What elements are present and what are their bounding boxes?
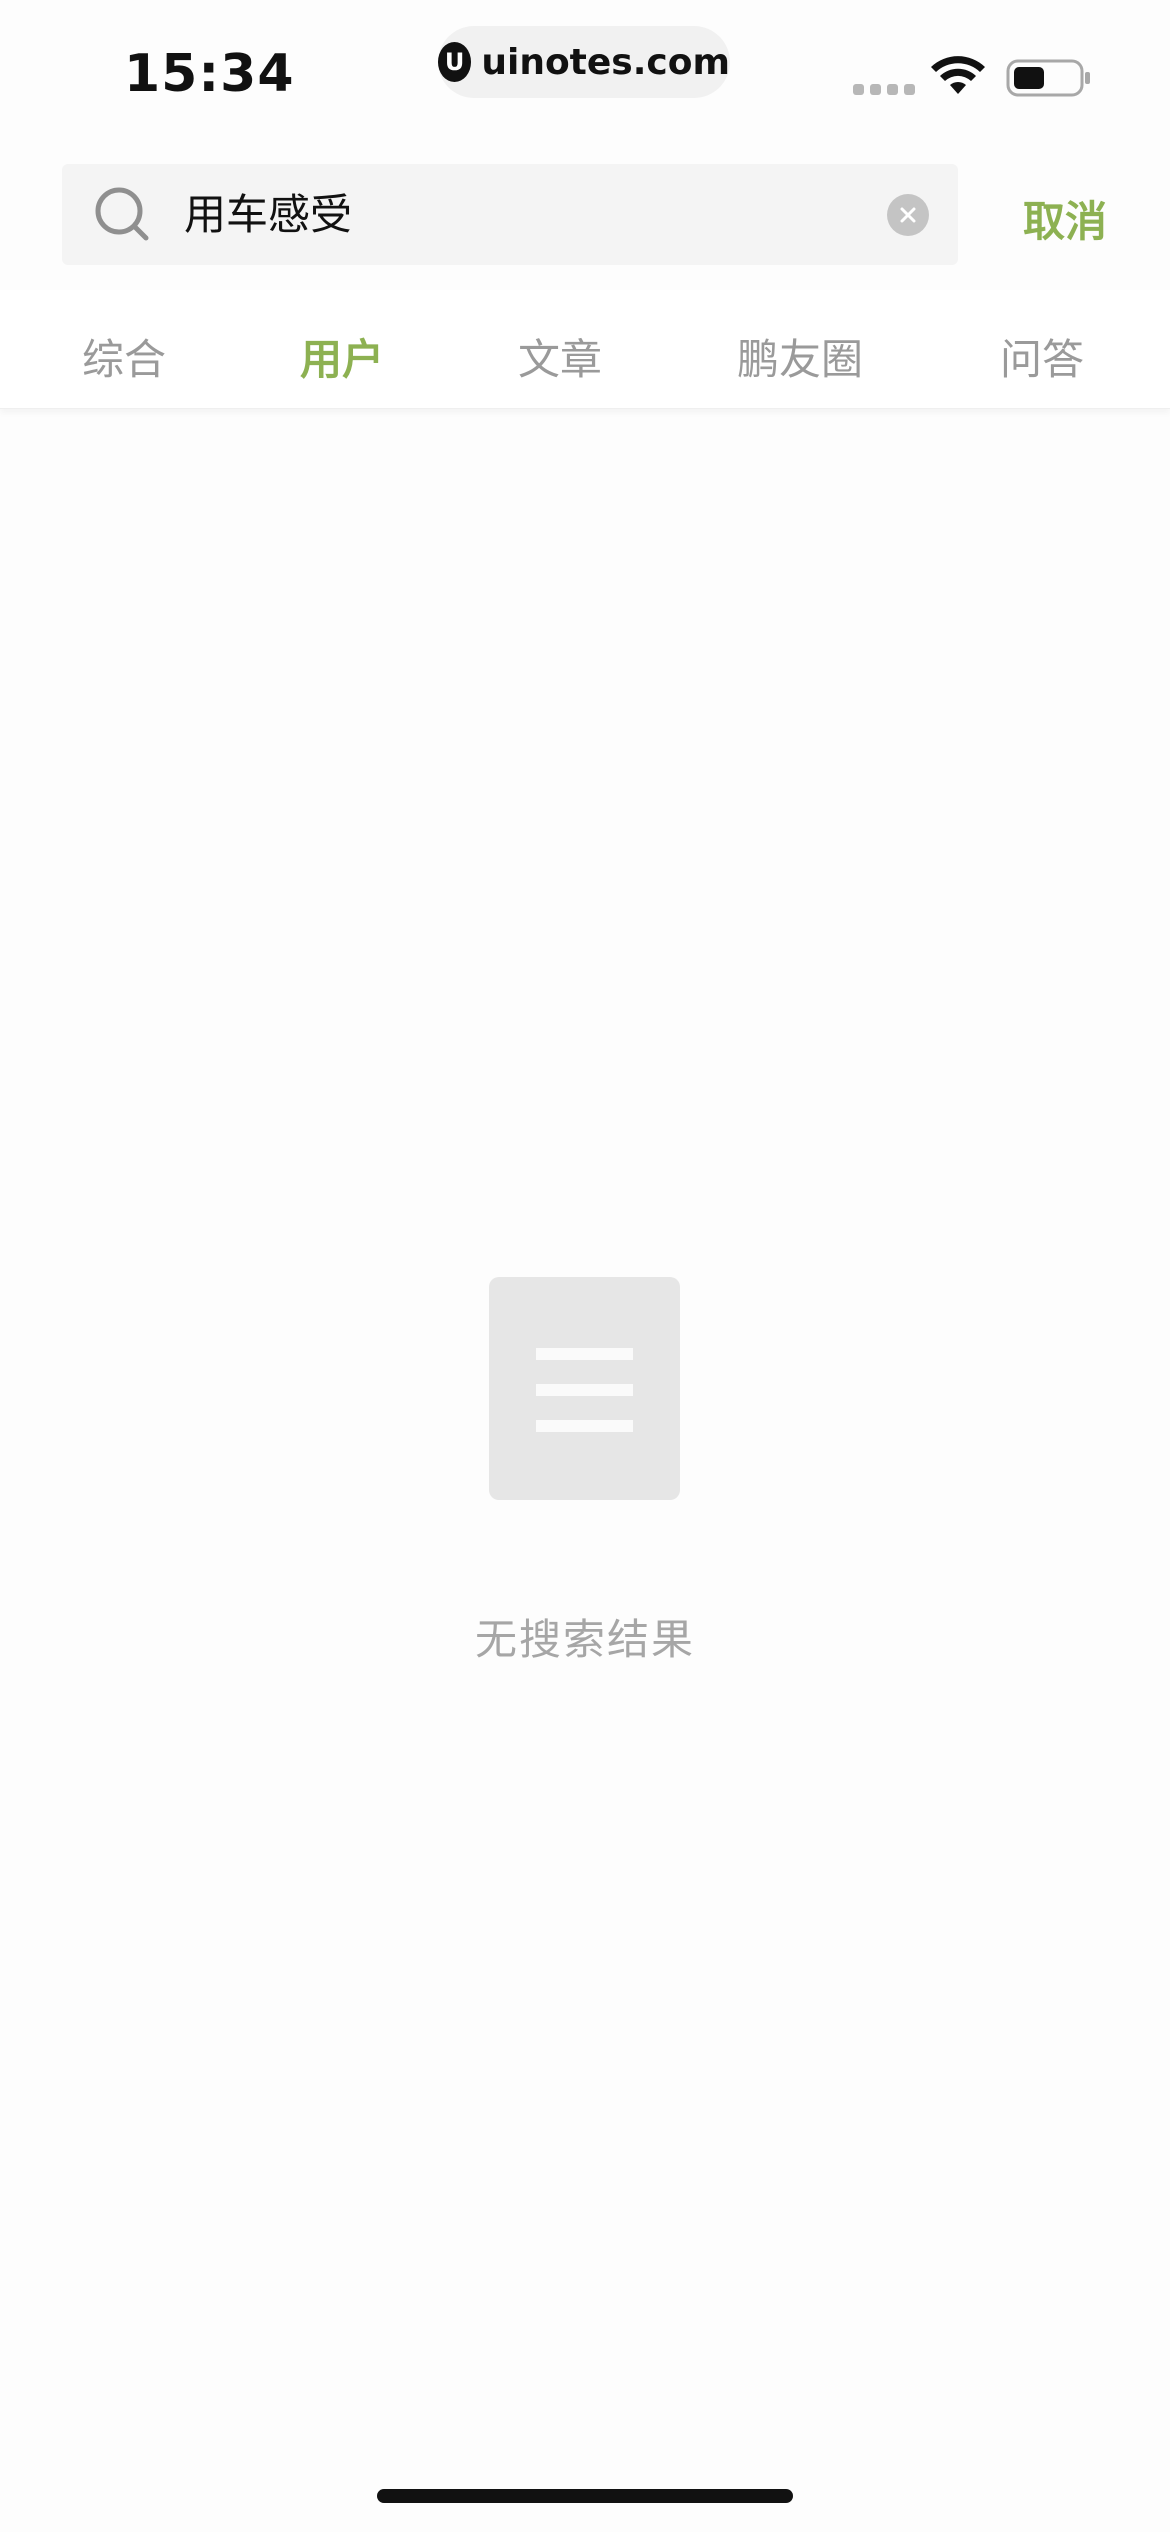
cancel-button[interactable]: 取消 — [1000, 188, 1130, 249]
cellular-signal-icon — [853, 84, 915, 95]
tab-users[interactable]: 用户 — [300, 326, 384, 387]
url-text: uinotes.com — [481, 41, 730, 83]
wifi-icon — [931, 56, 985, 94]
url-pill[interactable]: U uinotes.com — [438, 26, 730, 98]
search-bar: 用车感受 — [62, 164, 958, 265]
tab-articles[interactable]: 文章 — [518, 326, 602, 387]
battery-icon — [1006, 59, 1090, 97]
status-time: 15:34 — [124, 44, 295, 104]
empty-state-message: 无搜索结果 — [474, 1615, 695, 1664]
screen: 15:34 U uinotes.com 用车感受 取消 综合 用户 文章 鹏友圈… — [0, 0, 1170, 2532]
document-icon — [489, 1277, 680, 1500]
tab-overall[interactable]: 综合 — [82, 326, 166, 387]
close-icon — [900, 207, 916, 223]
search-input[interactable]: 用车感受 — [184, 164, 834, 265]
site-logo-icon: U — [438, 42, 472, 82]
tab-friends-circle[interactable]: 鹏友圈 — [737, 326, 863, 387]
tab-qa[interactable]: 问答 — [1000, 326, 1084, 387]
home-indicator[interactable] — [377, 2489, 793, 2503]
clear-icon[interactable] — [887, 194, 929, 236]
tab-bar: 综合 用户 文章 鹏友圈 问答 — [0, 290, 1170, 409]
search-icon — [95, 187, 149, 241]
